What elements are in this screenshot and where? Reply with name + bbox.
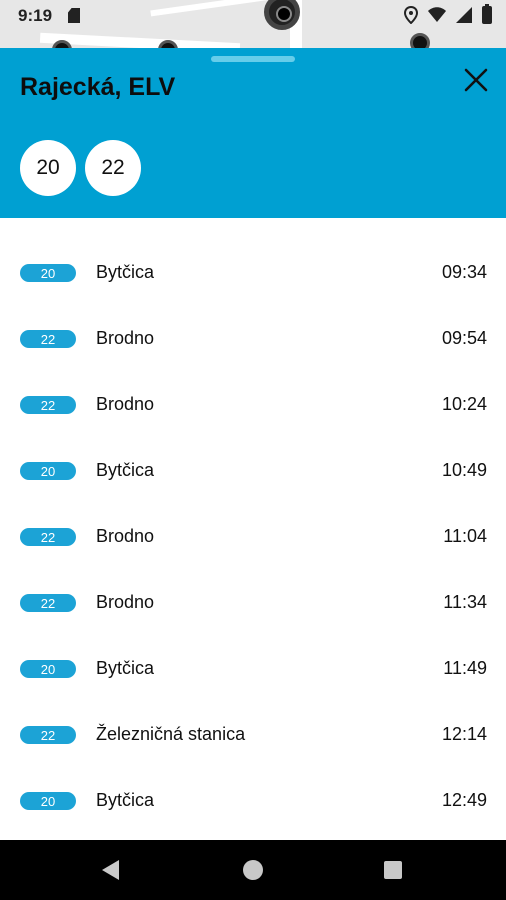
destination: Bytčica [96,460,155,480]
destination: Železničná stanica [96,724,246,744]
map-stop-marker[interactable] [410,33,430,48]
departure-row[interactable]: 22 Brodno 11:04 [0,504,506,570]
departure-time: 11:04 [443,526,487,546]
departure-time: 10:49 [441,460,487,480]
destination: Brodno [96,526,155,546]
departure-time: 12:49 [441,790,487,810]
departure-time: 11:49 [443,658,487,678]
battery-icon [482,4,492,24]
line-badge: 22 [20,528,76,546]
departure-row[interactable]: 20 Bytčica 12:49 [0,768,506,834]
departure-time: 09:34 [441,262,487,282]
line-badge: 20 [20,462,76,480]
stop-title: Rajecká, ELV [20,73,176,101]
departure-time: 12:14 [441,724,487,744]
destination: Brodno [96,328,155,348]
status-time: 9:19 [18,6,53,25]
departure-row[interactable]: 22 Brodno 10:24 [0,372,506,438]
line-badge: 22 [20,594,76,612]
destination: Bytčica [96,790,155,810]
departure-time: 09:54 [441,328,487,348]
destination: Brodno [96,592,155,612]
location-icon [404,6,418,24]
home-icon[interactable] [243,860,263,880]
departure-row[interactable]: 22 Železničná stanica 12:14 [0,702,506,768]
line-badge: 22 [20,396,76,414]
close-icon[interactable] [460,64,492,96]
destination: Bytčica [96,262,155,282]
back-icon[interactable] [102,860,119,880]
line-badge: 22 [20,726,76,744]
stop-header: Rajecká, ELV 20 22 [0,48,506,218]
departure-row[interactable]: 22 Brodno 09:54 [0,306,506,372]
departure-row[interactable]: 20 Bytčica 10:49 [0,438,506,504]
departure-row[interactable]: 20 Bytčica 09:34 [0,240,506,306]
drag-handle[interactable] [211,56,295,62]
line-filter-chip[interactable]: 20 [20,140,76,196]
recents-icon[interactable] [384,861,402,879]
line-filter-chip[interactable]: 22 [85,140,141,196]
departure-row[interactable]: 22 Brodno 11:34 [0,570,506,636]
departure-row[interactable]: 20 Bytčica 11:49 [0,636,506,702]
line-badge: 20 [20,264,76,282]
destination: Bytčica [96,658,155,678]
destination: Brodno [96,394,155,414]
navigation-bar [0,840,506,900]
departure-time: 11:34 [443,592,487,612]
line-badge: 20 [20,792,76,810]
line-badge: 22 [20,330,76,348]
sd-card-icon [68,8,80,23]
line-badge: 20 [20,660,76,678]
departure-time: 10:24 [441,394,487,414]
status-bar: 9:19 [0,0,506,48]
wifi-icon [428,7,446,22]
signal-icon [456,7,472,23]
